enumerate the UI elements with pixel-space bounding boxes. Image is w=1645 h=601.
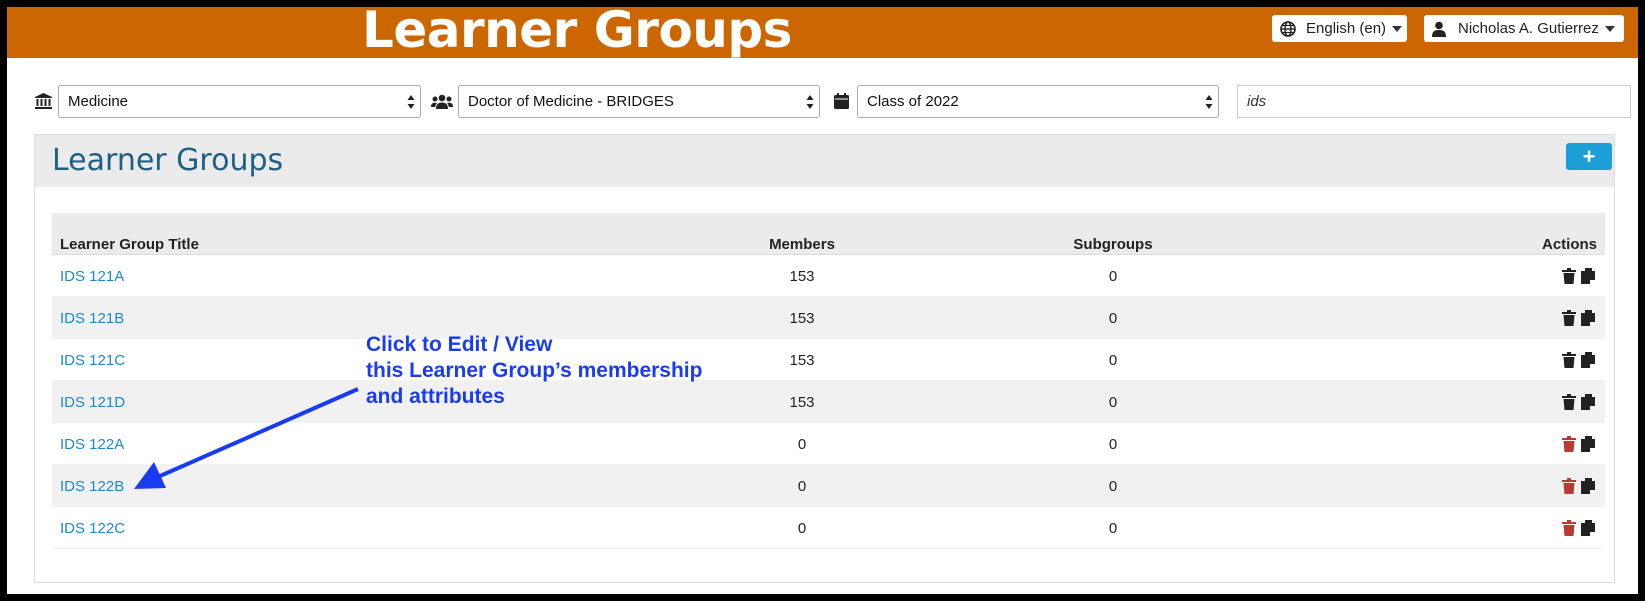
learner-group-link[interactable]: IDS 121C [60,352,125,369]
app-title: Learner Groups [362,7,792,59]
copy-icon[interactable] [1581,436,1597,452]
row-actions [1562,520,1597,536]
trash-icon[interactable] [1562,520,1578,536]
table-row: IDS 122C 0 0 [52,507,1605,549]
members-count: 0 [797,435,807,453]
subgroups-count: 0 [1108,435,1118,453]
trash-icon [1562,394,1578,410]
user-icon [1432,21,1446,37]
subgroups-count: 0 [1108,351,1118,369]
column-header-actions: Actions [1541,235,1597,253]
subgroups-count: 0 [1108,267,1118,285]
user-menu-button[interactable]: Nicholas A. Gutierrez [1424,15,1624,42]
app-window: Learner Groups English (en) Nicholas A. … [7,7,1638,594]
row-actions [1562,268,1597,284]
cohort-select-value: Class of 2022 [867,93,959,110]
table-row: IDS 121C 153 0 [52,339,1605,381]
learner-group-link[interactable]: IDS 122B [60,478,124,495]
program-select[interactable]: Doctor of Medicine - BRIDGES [458,85,820,118]
learner-group-link[interactable]: IDS 122C [60,520,125,537]
learner-groups-table: Learner Group Title Members Subgroups Ac… [52,213,1605,549]
annotation-line: this Learner Group’s membership [366,359,703,382]
chevron-down-icon [1604,25,1615,32]
column-header-members[interactable]: Members [752,213,852,255]
learner-group-link[interactable]: IDS 121B [60,310,124,327]
annotation-line: and attributes [366,385,505,408]
row-actions [1562,352,1597,368]
members-count: 153 [789,393,815,411]
table-header-row: Learner Group Title Members Subgroups Ac… [52,213,1605,255]
column-header-title[interactable]: Learner Group Title [60,213,199,255]
row-actions [1562,436,1597,452]
table-row: IDS 121A 153 0 [52,255,1605,297]
learner-group-link[interactable]: IDS 122A [60,436,124,453]
table-body: IDS 121A 153 0 IDS 121B 153 0 IDS 121C 153 0 IDS … [52,255,1605,549]
institution-icon [34,92,52,110]
table-row: IDS 122B 0 0 [52,465,1605,507]
panel-title: Learner Groups [52,143,284,178]
search-input[interactable] [1237,85,1631,118]
calendar-icon [832,92,850,110]
trash-icon[interactable] [1562,436,1578,452]
subgroups-count: 0 [1108,393,1118,411]
table-row: IDS 122A 0 0 [52,423,1605,465]
select-arrows-icon [1205,95,1213,109]
subgroups-count: 0 [1108,477,1118,495]
cohort-select[interactable]: Class of 2022 [857,85,1219,118]
language-label: English (en) [1306,20,1387,37]
select-arrows-icon [407,95,415,109]
school-select[interactable]: Medicine [58,85,421,118]
school-select-value: Medicine [68,93,129,110]
learner-group-link[interactable]: IDS 121A [60,268,124,285]
copy-icon[interactable] [1581,310,1597,326]
annotation-line: Click to Edit / View [366,333,553,356]
column-header-subgroups[interactable]: Subgroups [1063,213,1163,255]
chevron-down-icon [1392,25,1403,32]
members-count: 153 [789,267,815,285]
copy-icon[interactable] [1581,394,1597,410]
copy-icon[interactable] [1581,478,1597,494]
trash-icon[interactable] [1562,478,1578,494]
members-count: 0 [797,477,807,495]
globe-icon [1280,20,1296,37]
annotation-callout: Click to Edit / View this Learner Group’… [366,332,702,410]
trash-icon [1562,352,1578,368]
row-actions [1562,478,1597,494]
add-learner-group-button[interactable]: + [1566,143,1612,170]
subgroups-count: 0 [1108,309,1118,327]
copy-icon[interactable] [1581,268,1597,284]
table-row: IDS 121B 153 0 [52,297,1605,339]
top-header: Learner Groups English (en) Nicholas A. … [7,7,1638,59]
language-menu-button[interactable]: English (en) [1272,15,1407,42]
copy-icon[interactable] [1581,520,1597,536]
copy-icon[interactable] [1581,352,1597,368]
table-row: IDS 121D 153 0 [52,381,1605,423]
row-actions [1562,310,1597,326]
trash-icon [1562,268,1578,284]
members-count: 153 [789,309,815,327]
subgroups-count: 0 [1108,519,1118,537]
trash-icon [1562,310,1578,326]
program-select-value: Doctor of Medicine - BRIDGES [468,93,674,110]
learner-groups-panel: Learner Groups + Learner Group Title Mem… [34,134,1615,583]
row-actions [1562,394,1597,410]
members-count: 153 [789,351,815,369]
members-count: 0 [797,519,807,537]
user-name-label: Nicholas A. Gutierrez [1458,20,1599,37]
learner-group-link[interactable]: IDS 121D [60,394,125,411]
select-arrows-icon [806,95,814,109]
panel-header: Learner Groups + [35,135,1614,187]
users-icon [431,92,453,110]
